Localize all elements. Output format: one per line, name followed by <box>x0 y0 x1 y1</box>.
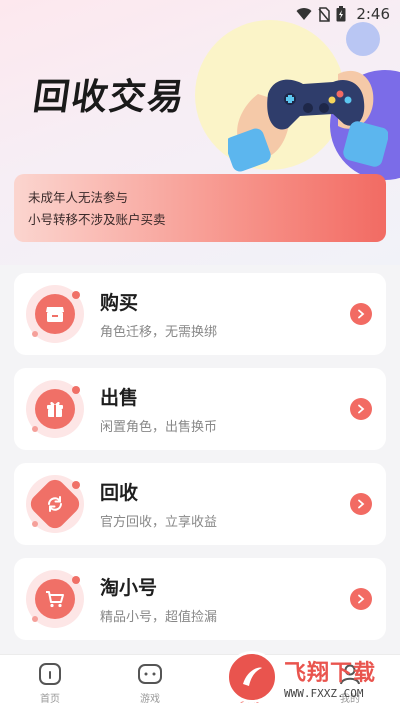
sell-card-text: 出售 闲置角色，出售换币 <box>100 383 350 435</box>
notice-line-1: 未成年人无法参与 <box>28 190 129 205</box>
shop-icon <box>46 307 64 322</box>
decor-dot <box>72 481 80 489</box>
no-sim-icon <box>318 6 331 22</box>
recycle-card-text: 回收 官方回收，立享收益 <box>100 478 350 530</box>
gift-box-icon <box>47 401 63 417</box>
page-title: 回收交易 <box>30 77 189 118</box>
watermark-brand: 飞翔下载 <box>284 660 377 686</box>
icon-circle <box>35 389 75 429</box>
cart-icon <box>46 591 64 608</box>
card-subtitle: 精品小号，超值捡漏 <box>100 610 218 625</box>
sell-icon-badge <box>26 380 84 438</box>
watermark-url: WWW.FXXZ.COM <box>284 686 364 700</box>
decor-dot <box>32 521 38 527</box>
sell-card[interactable]: 出售 闲置角色，出售换币 <box>14 368 386 450</box>
card-title: 购买 <box>100 292 139 314</box>
decor-dot <box>32 426 38 432</box>
decor-dot <box>32 331 38 337</box>
tab-games[interactable]: 游戏 <box>100 655 200 710</box>
recycle-card[interactable]: 回收 官方回收，立享收益 <box>14 463 386 545</box>
gamepad-illustration-icon <box>228 70 388 172</box>
hero-banner: 2:46 回收交易 未成年人无法参与 小号转移不涉及账户买卖 <box>0 0 400 265</box>
chevron-right-icon[interactable] <box>350 303 372 325</box>
cart-icon-badge <box>26 570 84 628</box>
small-account-card-text: 淘小号 精品小号，超值捡漏 <box>100 573 350 625</box>
icon-circle <box>35 579 75 619</box>
recycle-icon <box>48 496 62 512</box>
card-title: 淘小号 <box>100 577 158 599</box>
watermark-text: 飞翔下载 WWW.FXXZ.COM <box>284 655 376 700</box>
watermark-logo-icon <box>226 651 278 703</box>
buy-card[interactable]: 购买 角色迁移，无需换绑 <box>14 273 386 355</box>
decor-dot <box>72 291 80 299</box>
card-title: 出售 <box>100 387 139 409</box>
battery-icon <box>336 6 346 22</box>
chevron-right-icon[interactable] <box>350 398 372 420</box>
tab-label: 游戏 <box>140 693 160 705</box>
buy-icon-badge <box>26 285 84 343</box>
age-notice-banner: 未成年人无法参与 小号转移不涉及账户买卖 <box>14 174 386 242</box>
recycle-icon-badge <box>26 475 84 533</box>
small-account-card[interactable]: 淘小号 精品小号，超值捡漏 <box>14 558 386 640</box>
icon-circle <box>35 294 75 334</box>
decor-dot <box>32 616 38 622</box>
card-subtitle: 角色迁移，无需换绑 <box>100 325 218 340</box>
status-time: 2:46 <box>356 5 390 23</box>
decor-dot <box>72 576 80 584</box>
card-subtitle: 官方回收，立享收益 <box>100 515 218 530</box>
chevron-right-icon[interactable] <box>350 493 372 515</box>
home-icon <box>39 662 61 685</box>
decor-dot <box>72 386 80 394</box>
notice-line-2: 小号转移不涉及账户买卖 <box>28 212 166 227</box>
site-watermark: 飞翔下载 WWW.FXXZ.COM <box>226 646 396 708</box>
status-bar: 2:46 <box>0 0 400 28</box>
buy-card-text: 购买 角色迁移，无需换绑 <box>100 288 350 340</box>
gamepad-icon <box>138 663 162 684</box>
card-title: 回收 <box>100 482 139 504</box>
card-subtitle: 闲置角色，出售换币 <box>100 420 218 435</box>
tab-home[interactable]: 首页 <box>0 655 100 710</box>
tab-label: 首页 <box>40 693 60 705</box>
chevron-right-icon[interactable] <box>350 588 372 610</box>
wifi-icon <box>296 8 312 20</box>
